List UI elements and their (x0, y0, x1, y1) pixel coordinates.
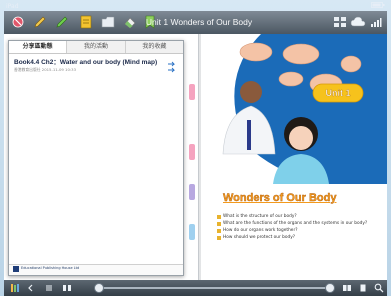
page-edge-tab (189, 84, 195, 100)
question-item: What is the structure of our body? (217, 214, 297, 220)
list-item[interactable]: Book4.4 Ch2：Water and our body (Mind map… (14, 58, 178, 80)
bottom-toolbar (4, 280, 387, 296)
page-edge-tab (189, 224, 195, 240)
bullet-icon (217, 222, 221, 226)
highlighter-icon[interactable] (54, 14, 70, 30)
tab-my-activities[interactable]: 我的活動 (67, 41, 126, 53)
left-page: 分享區動態 我的活動 我的收藏 Book4.4 Ch2：Water and ou… (4, 34, 199, 280)
question-text: How do our organs work together? (223, 228, 298, 233)
grid-icon[interactable] (332, 14, 348, 30)
wifi-icon[interactable] (368, 14, 384, 30)
panel-footer: Educational Publishing House Ltd (9, 264, 183, 275)
folder-icon[interactable] (100, 14, 116, 30)
pencil-icon[interactable] (32, 14, 48, 30)
page-slider-knob[interactable] (94, 283, 104, 293)
battery-indicator (371, 2, 385, 11)
unit-badge: Unit 1 (325, 88, 351, 98)
page-edge-tab (189, 144, 195, 160)
cloud-icon[interactable] (350, 14, 366, 30)
page-slider-track[interactable] (96, 287, 328, 289)
bullet-icon (217, 236, 221, 240)
single-page-view-icon[interactable] (358, 283, 368, 293)
sticky-note-icon[interactable] (78, 14, 94, 30)
top-toolbar: Unit 1 Wonders of Our Body (4, 11, 387, 35)
carrier-label: iPad (6, 3, 19, 10)
back-icon[interactable] (26, 283, 36, 293)
share-icon[interactable] (166, 61, 176, 75)
thumbnail-icon[interactable] (62, 283, 72, 293)
publisher-logo (13, 266, 19, 272)
tab-share-activity[interactable]: 分享區動態 (9, 41, 68, 53)
status-bar: iPad (4, 2, 387, 11)
bullet-icon (217, 229, 221, 233)
question-text: What are the functions of the organs and… (223, 221, 368, 226)
question-text: How should we protect our body? (223, 235, 296, 240)
question-item: How should we protect our body? (217, 235, 296, 241)
device-frame: iPad Unit 1 Wonders of Our Body 分享區動態 我的… (0, 0, 391, 296)
eraser-icon[interactable] (10, 14, 26, 30)
item-meta: 香港教育出版社 2015-11-09 10:33 (14, 67, 76, 72)
unit-heading: Wonders of Our Body (223, 192, 337, 204)
page-edge-tab (189, 184, 195, 200)
question-item: How do our organs work together? (217, 228, 298, 234)
book-view: 分享區動態 我的活動 我的收藏 Book4.4 Ch2：Water and ou… (4, 34, 387, 280)
panel-tabs: 分享區動態 我的活動 我的收藏 (9, 41, 183, 54)
item-title[interactable]: Book4.4 Ch2：Water and our body (Mind map… (14, 58, 178, 67)
question-item: What are the functions of the organs and… (217, 221, 368, 227)
two-page-view-icon[interactable] (342, 283, 352, 293)
tab-my-favorites[interactable]: 我的收藏 (126, 41, 183, 53)
share-panel: 分享區動態 我的活動 我的收藏 Book4.4 Ch2：Water and ou… (8, 40, 184, 276)
question-text: What is the structure of our body? (223, 214, 297, 219)
book-title: Unit 1 Wonders of Our Body (145, 17, 253, 27)
library-icon[interactable] (10, 283, 20, 293)
unit-illustration: Unit 1 (201, 34, 387, 184)
publisher-name: Educational Publishing House Ltd (21, 266, 80, 270)
right-page: Unit 1 Wonders of Our Body What is the s… (201, 34, 387, 280)
toc-icon[interactable] (44, 283, 54, 293)
bullet-icon (217, 215, 221, 219)
page-slider-end[interactable] (325, 283, 335, 293)
search-icon[interactable] (374, 283, 384, 293)
